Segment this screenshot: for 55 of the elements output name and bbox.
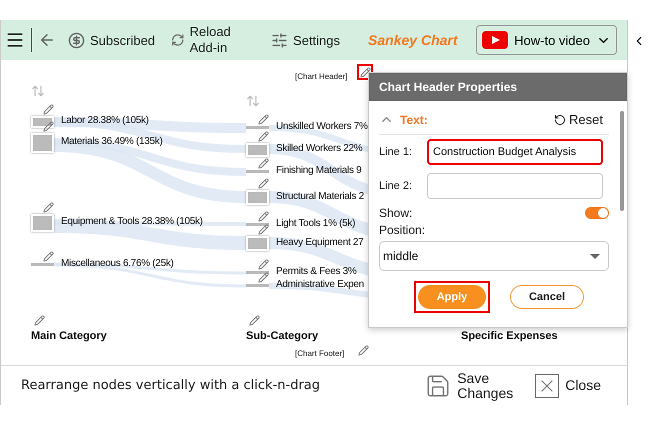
subscribed-button[interactable]: Subscribed bbox=[68, 32, 156, 48]
sliders-icon bbox=[271, 32, 288, 48]
column-title: Sub-Category bbox=[246, 330, 318, 342]
node-bar[interactable] bbox=[246, 126, 269, 129]
reset-button[interactable]: Reset bbox=[548, 111, 609, 128]
column-title: Specific Expenses bbox=[461, 330, 558, 342]
node-label: Permits & Fees 3% bbox=[276, 266, 356, 276]
node-label: Heavy Equipment 27 bbox=[276, 236, 364, 248]
hint-text: Rearrange nodes vertically with a click-n-drag bbox=[21, 378, 322, 393]
node-bar[interactable] bbox=[31, 116, 54, 128]
close-button[interactable]: Close bbox=[529, 372, 607, 398]
panel-title: Chart Header Properties bbox=[369, 73, 627, 101]
node-label: Equipment & Tools 28.38% (105k) bbox=[61, 216, 203, 227]
chart-header: [Chart Header] bbox=[295, 72, 348, 81]
node-bar[interactable] bbox=[31, 263, 54, 266]
node-bar[interactable] bbox=[31, 214, 54, 232]
node-bar[interactable] bbox=[246, 143, 269, 157]
node-label: Materials 36.49% (135k) bbox=[61, 136, 162, 147]
reload-button[interactable]: Reload Add-in bbox=[171, 24, 252, 56]
node-label: Structural Materials 2 bbox=[276, 190, 364, 202]
play-icon bbox=[482, 31, 508, 49]
chart-footer: [Chart Footer] bbox=[295, 349, 344, 358]
node-bar[interactable] bbox=[246, 170, 269, 173]
cancel-button[interactable]: Cancel bbox=[510, 285, 584, 309]
field-label: Line 2: bbox=[379, 180, 414, 192]
node-label: Unskilled Workers 7% bbox=[276, 120, 368, 132]
input-field[interactable]: Construction Budget Analysis bbox=[427, 139, 603, 165]
node-label: Miscellaneous 6.76% (25k) bbox=[61, 258, 174, 268]
column-title: Main Category bbox=[31, 330, 107, 342]
node-bar[interactable] bbox=[31, 133, 54, 153]
field-label: Line 1: bbox=[379, 146, 414, 158]
field-label: Show: bbox=[379, 206, 412, 220]
section-label: Text: bbox=[400, 112, 428, 126]
video-button[interactable]: How-to video bbox=[476, 25, 617, 55]
node-bar[interactable] bbox=[246, 223, 269, 226]
save-icon bbox=[425, 372, 452, 398]
field-label: Position: bbox=[379, 223, 426, 237]
node-label: Labor 28.38% (105k) bbox=[61, 115, 149, 126]
toggle-switch[interactable] bbox=[585, 207, 609, 219]
node-bar[interactable] bbox=[246, 236, 269, 251]
node-label: Skilled Workers 22% bbox=[276, 143, 362, 154]
node-label: Light Tools 1% (5k) bbox=[276, 218, 356, 228]
settings-button[interactable]: Settings bbox=[271, 32, 340, 48]
position-select[interactable]: middle bbox=[379, 241, 609, 271]
reset-icon bbox=[554, 114, 566, 126]
dollar-icon bbox=[68, 32, 85, 48]
node-bar[interactable] bbox=[246, 190, 269, 205]
app-title: Sankey Chart bbox=[368, 32, 458, 48]
node-label: Administrative Expen bbox=[276, 278, 364, 290]
input-field[interactable] bbox=[427, 173, 603, 199]
node-label: Finishing Materials 9 bbox=[276, 164, 362, 176]
close-icon bbox=[535, 374, 560, 398]
node-bar[interactable] bbox=[246, 284, 269, 287]
back-icon[interactable] bbox=[38, 31, 56, 49]
node-bar[interactable] bbox=[246, 271, 269, 274]
